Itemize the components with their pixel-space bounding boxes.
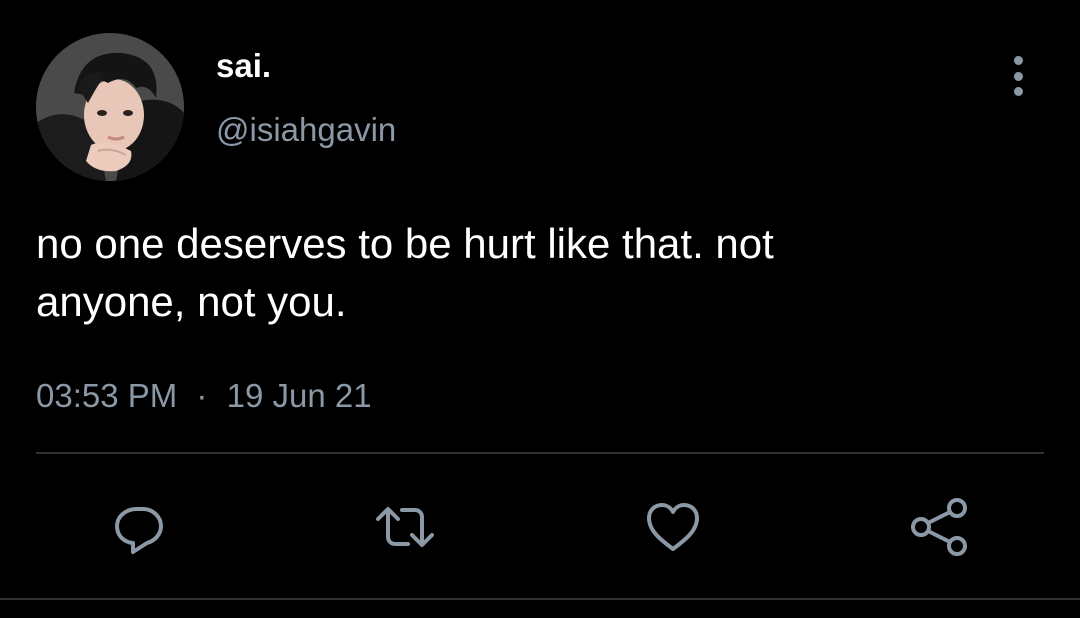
avatar-photo: [36, 33, 184, 181]
more-options-button[interactable]: [1000, 54, 1036, 98]
tweet-date: 19 Jun 21: [226, 377, 372, 414]
action-bar: [0, 492, 1080, 562]
share-icon: [911, 498, 967, 556]
tweet-text: no one deserves to be hurt like that. no…: [36, 220, 774, 325]
user-handle[interactable]: @isiahgavin: [216, 110, 396, 150]
tweet-time: 03:53 PM: [36, 377, 178, 414]
avatar[interactable]: [36, 33, 184, 181]
more-icon-dot: [1013, 71, 1023, 81]
retweet-button[interactable]: [370, 492, 440, 562]
retweet-icon: [376, 507, 434, 547]
more-icon-dot: [1013, 56, 1023, 65]
tweet-timestamp[interactable]: 03:53 PM · 19 Jun 21: [36, 374, 372, 418]
tweet: sai. @isiahgavin no one deserves to be h…: [0, 0, 1080, 618]
divider: [36, 452, 1044, 454]
display-name[interactable]: sai.: [216, 46, 271, 86]
reply-button[interactable]: [104, 492, 174, 562]
share-button[interactable]: [904, 492, 974, 562]
like-button[interactable]: [638, 492, 708, 562]
more-icon-dot: [1013, 87, 1023, 96]
reply-icon: [115, 507, 163, 554]
heart-icon: [647, 503, 699, 551]
bottom-divider: [0, 598, 1080, 600]
meta-separator: ·: [196, 377, 208, 414]
